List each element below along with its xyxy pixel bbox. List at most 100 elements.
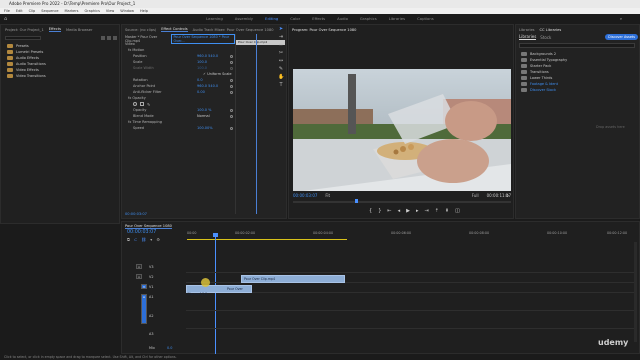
home-icon[interactable]: ⌂ xyxy=(4,16,7,22)
pour-over-scene-image xyxy=(293,69,511,191)
lift-icon[interactable]: ⇡ xyxy=(435,208,439,214)
workspace-captions[interactable]: Captions xyxy=(417,16,434,21)
search-icon[interactable]: ⌕ xyxy=(620,16,622,21)
play-icon[interactable]: ▶ xyxy=(406,208,410,214)
timeline-settings-icon[interactable]: ⚙ xyxy=(156,237,160,242)
scale-width-row[interactable]: Scale Width 100.0 xyxy=(125,65,233,71)
list-item[interactable]: Video Transitions xyxy=(7,73,46,79)
step-back-icon[interactable]: ◂ xyxy=(398,208,401,214)
lock-icon[interactable]: ⊡ xyxy=(136,264,142,269)
reset-icon[interactable] xyxy=(230,108,233,112)
clip-v2[interactable]: Pour Over Clip.mp4 xyxy=(241,275,345,283)
effects-search-input[interactable] xyxy=(5,35,41,40)
linked-selection-icon[interactable]: ⛓ xyxy=(141,237,146,242)
32bit-icon[interactable] xyxy=(107,35,111,40)
timeline-timecode[interactable]: 00:00:03:07 xyxy=(127,230,156,235)
hand-tool-icon[interactable]: ✋ xyxy=(278,74,284,80)
track-v1-label: V1 xyxy=(149,285,154,289)
ellipse-mask-icon[interactable] xyxy=(133,101,137,106)
mark-out-icon[interactable]: } xyxy=(378,208,381,214)
export-frame-icon[interactable]: ◫ xyxy=(455,208,460,214)
clip-v1[interactable]: Pour Over Clip.mp4 [V] xyxy=(186,285,252,296)
ec-playhead[interactable] xyxy=(256,34,257,214)
workspace-learning[interactable]: Learning xyxy=(206,16,222,21)
tab-program[interactable]: Program: Pour Over Sequence 1080 xyxy=(292,28,356,32)
ec-timecode[interactable]: 00:00:03:07 xyxy=(125,212,147,216)
ripple-edit-tool-icon[interactable]: ⇔ xyxy=(278,42,284,48)
workspace-graphics[interactable]: Graphics xyxy=(360,16,377,21)
reset-icon[interactable] xyxy=(230,60,233,64)
timeline-ruler[interactable]: 00:00 00:00:02:00 00:00:04:00 00:00:06:0… xyxy=(187,231,637,239)
tab-media-browser[interactable]: Media Browser xyxy=(66,28,93,32)
mix-value[interactable]: 0.0 xyxy=(167,346,172,350)
source-patch-a1[interactable]: A xyxy=(141,294,147,324)
program-playhead[interactable] xyxy=(355,199,358,203)
timeline-vertical-scrollbar[interactable] xyxy=(634,242,637,342)
library-search-input[interactable] xyxy=(519,43,635,48)
mark-in-icon[interactable]: { xyxy=(369,208,372,214)
razor-tool-icon[interactable]: ✂ xyxy=(278,50,284,56)
ruler-tick-label: 00:00:10:00 xyxy=(547,231,568,235)
timeline-toolbar: ⧉ ⊂ ⛓ ▾ ⚙ xyxy=(127,237,160,242)
yuv-icon[interactable] xyxy=(113,35,117,40)
snap-icon[interactable]: ⊂ xyxy=(134,237,137,242)
tab-libraries-small[interactable]: Libraries xyxy=(519,28,535,32)
pen-mask-icon[interactable]: ✎ xyxy=(147,102,150,107)
workspace-editing[interactable]: Editing xyxy=(265,16,278,21)
libraries-link[interactable]: Libraries xyxy=(519,34,537,40)
reset-icon[interactable] xyxy=(230,66,233,70)
slip-tool-icon[interactable]: ↔ xyxy=(278,58,284,64)
tab-sequence[interactable]: Pour Over Sequence 1080 xyxy=(125,224,172,229)
tools-panel: ➤ ⇥ ⇔ ✂ ↔ ✎ ✋ T xyxy=(277,26,285,186)
program-timecode[interactable]: 00:00:03:07 xyxy=(293,193,317,198)
accelerated-icon[interactable] xyxy=(101,35,105,40)
drop-hint: Drop assets here xyxy=(596,125,625,129)
track-v3-label: V3 xyxy=(149,265,154,269)
tab-source[interactable]: Source: (no clips) xyxy=(125,28,156,32)
lock-icon[interactable]: ⊡ xyxy=(136,274,142,279)
tab-audio-track-mixer[interactable]: Audio Track Mixer: Pour Over Sequence 10… xyxy=(193,28,274,32)
track-select-tool-icon[interactable]: ⇥ xyxy=(278,34,284,40)
tab-cc-libraries[interactable]: CC Libraries xyxy=(540,28,562,32)
pen-tool-icon[interactable]: ✎ xyxy=(278,66,284,72)
rect-mask-icon[interactable] xyxy=(140,101,144,106)
tab-effect-controls[interactable]: Effect Controls xyxy=(161,27,188,32)
fit-dropdown[interactable]: Fit xyxy=(325,193,330,198)
status-bar: Click to select, or click in empty space… xyxy=(0,354,640,360)
reset-icon[interactable] xyxy=(230,84,233,88)
workspace-color[interactable]: Color xyxy=(290,16,300,21)
project-panel: Project: Our Project_1 Effects Media Bro… xyxy=(0,24,120,224)
reset-icon[interactable] xyxy=(230,126,233,130)
tab-project[interactable]: Project: Our Project_1 xyxy=(5,28,44,32)
speed-row[interactable]: Speed 100.00% xyxy=(125,125,233,131)
list-item[interactable]: Discover Stock xyxy=(521,87,567,93)
insert-nest-icon[interactable]: ⧉ xyxy=(127,237,130,242)
go-to-in-icon[interactable]: ⇤ xyxy=(387,208,391,214)
program-scrubber[interactable] xyxy=(293,199,511,203)
workspace-effects[interactable]: Effects xyxy=(312,16,325,21)
type-tool-icon[interactable]: T xyxy=(278,82,284,88)
extract-icon[interactable]: ⇞ xyxy=(445,208,449,214)
discover-assets-button[interactable]: Discover Assets xyxy=(605,34,638,40)
add-marker-icon[interactable]: ▾ xyxy=(150,237,152,242)
source-patch-v1[interactable]: V xyxy=(141,284,147,289)
reset-icon[interactable] xyxy=(230,114,233,118)
settings-wrench-icon[interactable]: ⚙ xyxy=(505,193,509,198)
work-area-bar[interactable] xyxy=(187,239,347,240)
reset-icon[interactable] xyxy=(230,54,233,58)
workspace-assembly[interactable]: Assembly xyxy=(235,16,253,21)
program-video-frame[interactable] xyxy=(293,69,511,191)
go-to-out-icon[interactable]: ⇥ xyxy=(424,208,428,214)
workspace-audio[interactable]: Audio xyxy=(337,16,348,21)
workspace-libraries[interactable]: Libraries xyxy=(389,16,405,21)
quality-dropdown[interactable]: Full xyxy=(472,193,479,198)
step-forward-icon[interactable]: ▸ xyxy=(416,208,419,214)
selection-tool-icon[interactable]: ➤ xyxy=(278,26,284,32)
program-monitor: Program: Pour Over Sequence 1080 00:00:0… xyxy=(288,24,514,219)
reset-icon[interactable] xyxy=(230,78,233,82)
stock-link[interactable]: Stock xyxy=(540,35,551,40)
folder-icon xyxy=(7,56,13,60)
playhead-handle[interactable] xyxy=(213,233,218,237)
reset-icon[interactable] xyxy=(230,90,233,94)
tab-effects[interactable]: Effects xyxy=(48,27,61,32)
